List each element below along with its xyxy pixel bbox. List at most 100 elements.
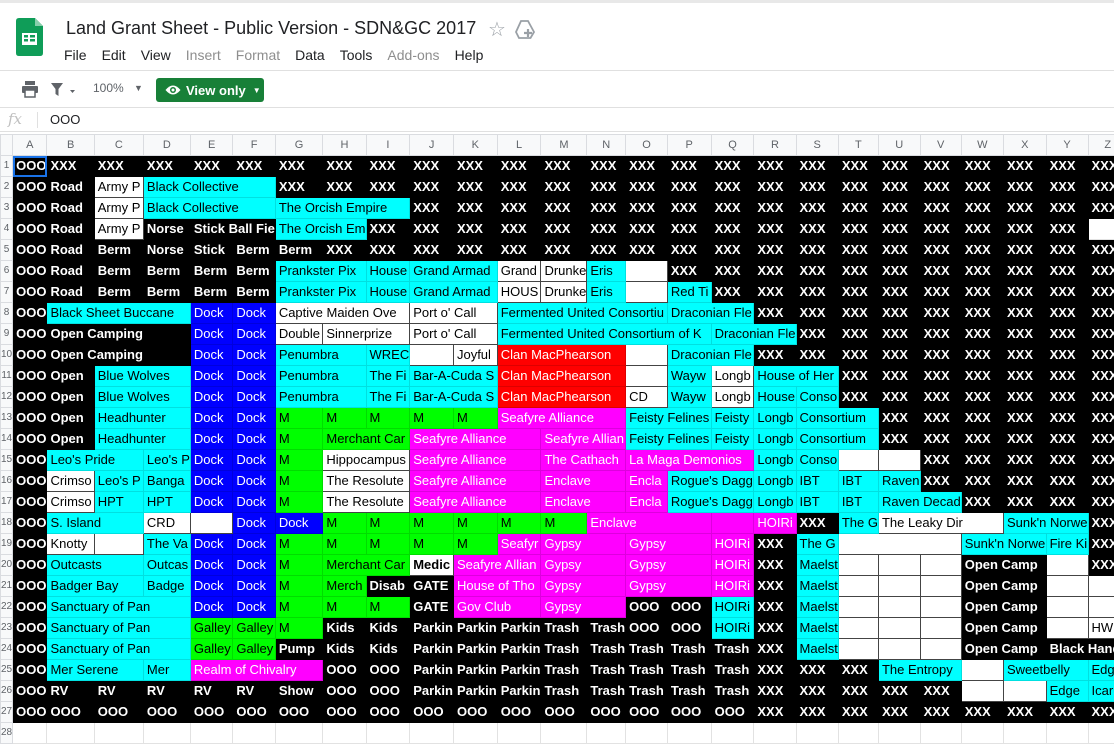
cell[interactable]: OOO [587,702,626,723]
cell[interactable] [143,324,190,345]
cell[interactable] [920,597,961,618]
cell[interactable]: Parkin [410,618,454,639]
cell[interactable]: Trash [587,618,626,639]
cell[interactable]: XXX [453,156,497,177]
cell[interactable] [878,576,920,597]
cell[interactable]: Draconian Fle [667,345,754,366]
column-header-u[interactable]: U [878,135,920,156]
cell[interactable]: XXX [711,282,754,303]
cell[interactable]: OOO [13,429,47,450]
cell[interactable]: XXX [878,261,920,282]
menu-view[interactable]: View [141,47,171,67]
cell[interactable]: XXX [366,219,410,240]
cell[interactable]: Dock [190,534,232,555]
cell[interactable]: Grand [497,261,541,282]
cell[interactable]: Outcas [143,555,190,576]
cell[interactable]: XXX [838,156,878,177]
move-to-drive-icon[interactable] [515,19,535,39]
menu-tools[interactable]: Tools [340,47,373,67]
cell[interactable]: XXX [497,198,541,219]
cell[interactable]: Headhunter [94,408,190,429]
cell[interactable]: Grand Armad [410,282,498,303]
cell[interactable] [1046,723,1088,744]
cell[interactable]: XXX [754,660,796,681]
cell[interactable]: Outcasts [47,555,143,576]
cell[interactable]: Sanctuary of Pan [47,597,190,618]
cell[interactable]: M [323,534,366,555]
cell[interactable] [711,723,754,744]
cell[interactable]: Fermented United Consortiu [497,303,667,324]
cell[interactable]: Road [47,282,94,303]
cell[interactable]: XXX [1046,702,1088,723]
cell[interactable]: Eris [587,282,626,303]
cell[interactable]: Trash [541,639,587,660]
cell[interactable]: XXX [587,156,626,177]
cell[interactable]: XXX [410,219,454,240]
cell[interactable]: Dock [233,576,275,597]
cell[interactable]: Road [47,198,94,219]
cell[interactable]: Encla [626,471,668,492]
cell[interactable]: XXX [1003,471,1046,492]
cell[interactable]: XXX [878,408,920,429]
cell[interactable]: OOO [497,702,541,723]
cell[interactable]: House [366,282,410,303]
cell[interactable]: Dock [190,303,232,324]
cell[interactable]: Dock [275,513,323,534]
cell[interactable]: XXX [920,681,961,702]
cell[interactable]: Gypsy [626,576,712,597]
cell[interactable]: XXX [920,345,961,366]
cell[interactable]: Enclave [541,471,626,492]
cell[interactable]: XXX [754,597,796,618]
cell[interactable]: WREC [366,345,410,366]
cell[interactable]: IBT [838,471,878,492]
cell[interactable]: Trash [541,681,587,702]
cell[interactable]: XXX [1046,303,1088,324]
cell[interactable]: OOO [453,702,497,723]
column-header-g[interactable]: G [275,135,323,156]
cell[interactable]: Wayw [667,387,711,408]
cell[interactable] [878,555,920,576]
chevron-down-icon[interactable]: ▼ [134,83,143,93]
cell[interactable] [711,513,754,534]
cell[interactable]: XXX [1088,240,1114,261]
cell[interactable]: Enclave [541,492,626,513]
cell[interactable]: XXX [1003,702,1046,723]
view-only-button[interactable]: View only ▼ [156,78,264,102]
column-header-y[interactable]: Y [1046,135,1088,156]
cell[interactable]: OOO [13,534,47,555]
cell[interactable]: Dock [233,387,275,408]
cell[interactable]: Dock [190,324,232,345]
cell[interactable]: The Orcish Em [275,219,366,240]
cell[interactable]: XXX [838,177,878,198]
cell[interactable]: Leo's P [94,471,143,492]
cell[interactable]: HOIRi [711,597,754,618]
cell[interactable]: XXX [754,156,796,177]
cell[interactable]: Trash [711,639,754,660]
cell[interactable] [961,660,1003,681]
cell[interactable]: OOO [13,324,47,345]
cell[interactable]: XXX [878,177,920,198]
cell[interactable] [838,534,961,555]
row-header[interactable]: 9 [1,324,13,345]
cell[interactable]: Parkin [453,681,497,702]
row-header[interactable]: 21 [1,576,13,597]
cell[interactable]: XXX [190,156,232,177]
cell[interactable] [13,723,47,744]
cell[interactable]: HWP [1088,618,1114,639]
cell[interactable]: XXX [1003,324,1046,345]
cell[interactable]: Dock [233,534,275,555]
cell[interactable]: XXX [961,450,1003,471]
cell[interactable]: XXX [275,177,323,198]
cell[interactable] [838,597,878,618]
cell[interactable]: Dock [233,471,275,492]
cell[interactable]: XXX [1088,555,1114,576]
cell[interactable]: OOO [13,618,47,639]
cell[interactable]: Feisty Felines [626,408,712,429]
menu-format[interactable]: Format [236,47,280,67]
cell[interactable]: OOO [13,198,47,219]
column-header-a[interactable]: A [13,135,47,156]
cell[interactable]: Red Ti [667,282,711,303]
cell[interactable]: Seafyr [497,534,541,555]
cell[interactable]: Feisty [711,429,754,450]
cell[interactable]: XXX [1046,345,1088,366]
